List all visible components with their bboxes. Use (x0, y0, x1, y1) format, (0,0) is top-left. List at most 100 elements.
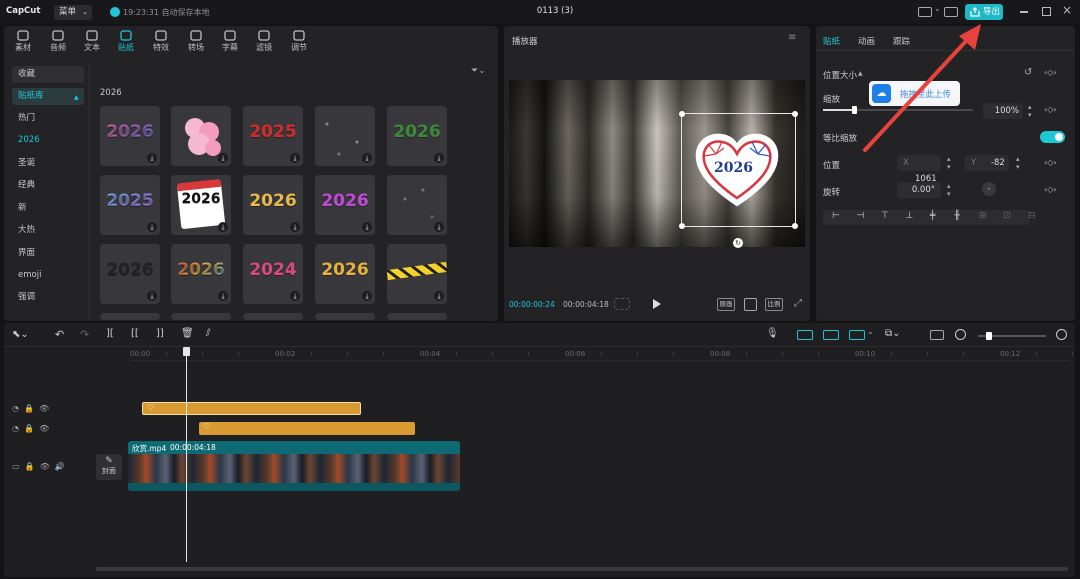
shortcut-icon[interactable] (944, 7, 958, 17)
ratio-button[interactable]: 比例 (765, 298, 783, 311)
layout-icon[interactable] (918, 7, 932, 17)
sticker-tile[interactable]: 2026 ⤓ (387, 106, 447, 166)
timeline-scrollbar[interactable] (96, 567, 1068, 571)
sticker-tile[interactable] (100, 313, 160, 320)
download-icon[interactable]: ⤓ (147, 291, 157, 301)
menu-button[interactable]: 菜单 ⌄ (54, 5, 92, 20)
resize-handle[interactable] (679, 111, 685, 117)
zoom-out-icon[interactable] (955, 329, 966, 340)
track-sticker-2-controls[interactable]: ◔ 🔒 👁 (12, 424, 49, 433)
cover-button[interactable]: ✎ 封面 (96, 454, 122, 480)
download-icon[interactable]: ⤓ (434, 153, 444, 163)
redo-icon[interactable]: ↷ (80, 328, 89, 341)
chevron-down-icon[interactable]: ⌄ (867, 327, 874, 336)
magnet-icon[interactable] (797, 330, 813, 340)
original-button[interactable]: 原画 (717, 298, 735, 311)
resize-handle[interactable] (792, 223, 798, 229)
sticker-tile[interactable]: 2024 ⤓ (243, 244, 303, 304)
sidebar-item[interactable]: 收藏 (12, 66, 84, 83)
stepper-icon[interactable]: ▴ ▾ (1016, 155, 1020, 171)
sidebar-item[interactable]: 圣诞 (12, 155, 84, 172)
delete-icon[interactable]: 🗑 (181, 328, 194, 339)
tool-media[interactable]: 素材 (7, 28, 39, 54)
download-icon[interactable]: ⤓ (290, 222, 300, 232)
sidebar-item[interactable]: 强调 (12, 289, 84, 306)
sticker-tile[interactable] (387, 313, 447, 320)
align-icon[interactable]: ⊣ (857, 211, 865, 221)
sticker-tile[interactable]: 2026 ⤓ (315, 244, 375, 304)
snap-icon[interactable]: ⧉⌄ (885, 328, 901, 339)
tool-adjust[interactable]: 调节 (283, 28, 315, 54)
download-icon[interactable]: ⤓ (362, 153, 372, 163)
sticker-tile[interactable]: ⤓ (387, 244, 447, 304)
preview-axis-icon[interactable] (849, 330, 865, 340)
caption-icon[interactable] (930, 330, 944, 340)
align-icon[interactable]: ⊢ (832, 211, 840, 221)
sticker-tile[interactable] (171, 313, 231, 320)
sticker-tile[interactable]: 2026 ⤓ (315, 175, 375, 235)
filter-icon[interactable]: ⏷⌄ (471, 66, 486, 76)
rotation-dial[interactable]: - (982, 182, 996, 196)
playhead[interactable] (183, 347, 190, 562)
sticker-clip[interactable]: ♡ (142, 402, 361, 415)
keyframe-icon[interactable]: ‹◇› (1044, 68, 1057, 77)
mirror-icon[interactable]: ⫽ (206, 328, 210, 339)
sticker-tile[interactable] (243, 313, 303, 320)
sticker-tile[interactable]: ⤓ (315, 106, 375, 166)
video-clip[interactable]: 欣赏.mp4 00:00:04:18 (128, 441, 460, 491)
sidebar-item[interactable]: 2026 (12, 132, 84, 149)
download-icon[interactable]: ⤓ (434, 222, 444, 232)
download-icon[interactable]: ⤓ (218, 153, 228, 163)
sticker-tile[interactable]: ⤓ (171, 106, 231, 166)
align-icon[interactable]: ⊡ (1004, 211, 1012, 221)
sidebar-item[interactable]: 热门 (12, 110, 84, 127)
sidebar-item[interactable]: 大热 (12, 222, 84, 239)
sticker-tile[interactable]: 2026 ⤓ (100, 244, 160, 304)
track-sticker-1-controls[interactable]: ◔ 🔒 👁 (12, 404, 49, 413)
zoom-slider-knob[interactable] (986, 332, 992, 340)
track-main-controls[interactable]: ▭ 🔒 👁 🔊 (12, 462, 65, 471)
sticker-tile[interactable]: 2026 ⤓ (243, 175, 303, 235)
keyframe-icon[interactable]: ‹◇› (1044, 105, 1057, 114)
undo-icon[interactable]: ↶ (55, 328, 64, 341)
maximize-icon[interactable] (1042, 7, 1051, 16)
align-icon[interactable]: ⊥ (906, 211, 914, 221)
keyframe-icon[interactable]: ‹◇› (1044, 185, 1057, 194)
close-icon[interactable]: × (1062, 3, 1072, 17)
playhead-handle[interactable] (183, 347, 190, 356)
stepper-icon[interactable]: ▴ ▾ (947, 182, 951, 198)
sticker-selection-box[interactable]: 2026 (679, 111, 798, 229)
minimize-icon[interactable] (1020, 11, 1028, 13)
tool-effects[interactable]: 特效 (145, 28, 177, 54)
resize-handle[interactable] (792, 111, 798, 117)
sidebar-item[interactable]: 界面 (12, 245, 84, 262)
align-icon[interactable]: ╫ (955, 211, 960, 221)
download-icon[interactable]: ⤓ (362, 291, 372, 301)
player-menu-icon[interactable]: ≡ (788, 32, 796, 43)
rotation-field[interactable]: 0.00° (897, 182, 941, 198)
download-icon[interactable]: ⤓ (290, 291, 300, 301)
sticker-tile[interactable]: 2026 ⤓ (171, 175, 231, 235)
sticker-tile[interactable]: 2025 ⤓ (100, 175, 160, 235)
tool-sticker[interactable]: 贴纸 (110, 28, 142, 54)
download-icon[interactable]: ⤓ (218, 222, 228, 232)
download-icon[interactable]: ⤓ (362, 222, 372, 232)
tool-filter[interactable]: 滤镜 (248, 28, 280, 54)
tool-audio[interactable]: 音频 (42, 28, 74, 54)
sticker-tile[interactable]: ⤓ (387, 175, 447, 235)
tool-text[interactable]: 文本 (76, 28, 108, 54)
rotate-handle-icon[interactable]: ↻ (733, 238, 743, 248)
trim-left-icon[interactable]: [[ (131, 328, 139, 339)
sticker-tile[interactable]: 2025 ⤓ (243, 106, 303, 166)
microphone-icon[interactable]: 🎙 (766, 328, 779, 339)
tool-transition[interactable]: 转场 (180, 28, 212, 54)
download-icon[interactable]: ⤓ (290, 153, 300, 163)
align-icon[interactable]: ⊞ (979, 211, 987, 221)
sidebar-item[interactable]: 新 (12, 200, 84, 217)
sticker-clip[interactable]: ♡ (199, 422, 415, 435)
tool-captions[interactable]: 字幕 (214, 28, 246, 54)
download-icon[interactable]: ⤓ (147, 222, 157, 232)
align-icon[interactable]: ⊤ (881, 211, 889, 221)
align-icon[interactable]: ╪ (930, 211, 935, 221)
sidebar-item[interactable]: 经典 (12, 177, 84, 194)
